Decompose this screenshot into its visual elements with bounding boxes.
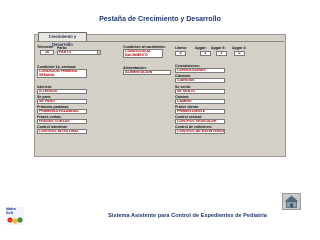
trimestre-label: Trimestre: [37, 45, 54, 49]
primer-diente-field[interactable]: PRIMER DIENTE: [175, 109, 225, 114]
llanto-label: Llanto:: [175, 46, 187, 50]
llanto-field[interactable]: 3: [175, 51, 186, 56]
mafra-soft-logo: Mafra Soft: [6, 207, 24, 225]
footer-title: Sistema Asistente para Control de Expedi…: [108, 213, 267, 219]
apgar-label: Apgar:: [195, 46, 207, 50]
home-icon: [284, 195, 299, 208]
home-button[interactable]: [282, 193, 301, 210]
condicion-nacimiento-line2: NACIMIENTO: [125, 52, 148, 57]
apgar-5-label: Apgar 5:: [211, 46, 226, 50]
control-vesical-field[interactable]: CONTROL VESICULAR: [175, 119, 225, 124]
apgar-5-field[interactable]: 1: [216, 51, 227, 56]
logo-line2: Soft: [6, 211, 13, 215]
ictericia-field[interactable]: ICTERICIA: [37, 89, 87, 94]
primeras-palabras-field[interactable]: PRIMERAS PALABRAS: [37, 109, 87, 114]
dropdown-arrow-icon[interactable]: [97, 51, 100, 54]
convulsiones-field[interactable]: CONVULSIONES: [175, 68, 225, 73]
condicion-semana-field[interactable]: CONDICION PRIMERA SEMANA: [37, 69, 87, 78]
se-paro-field[interactable]: SE PARO: [37, 99, 87, 104]
tab-divider: [36, 41, 284, 42]
control-esfinteres-field[interactable]: CONTROL DE ESFINTERES: [175, 129, 225, 134]
form-window: Crecimiento y Desarrollo Trimestre 10 Pa…: [34, 32, 286, 157]
cianosis-field[interactable]: CIANOSIS: [175, 78, 225, 83]
apgar-2-field[interactable]: 2: [234, 51, 245, 56]
alimentacion-field[interactable]: ALIMENTACION: [123, 70, 171, 75]
camino-field[interactable]: CAMINO: [175, 99, 225, 104]
frases-cortas-field[interactable]: FRASES CORTAS: [37, 119, 87, 124]
logo-text: Mafra Soft: [6, 207, 24, 215]
trimestre-field[interactable]: 10: [40, 50, 54, 55]
control-intestinal-field[interactable]: CONTROL INTESTINAL: [37, 129, 87, 134]
parto-value: PARTO: [59, 50, 72, 54]
parto-field[interactable]: PARTO: [57, 50, 101, 55]
condicion-nacimiento-field[interactable]: CONDICION AL NACIMIENTO: [123, 49, 163, 58]
apgar-2-label: Apgar 2:: [232, 46, 247, 50]
se-sento-field[interactable]: SE SENTO: [175, 89, 225, 94]
condicion-semana-line2: SEMANA: [39, 72, 55, 77]
apgar-field[interactable]: 1: [200, 51, 211, 56]
tab-crecimiento-desarrollo[interactable]: Crecimiento y Desarrollo: [38, 32, 87, 47]
page-title: Pestaña de Crecimiento y Desarrollo: [99, 16, 221, 23]
